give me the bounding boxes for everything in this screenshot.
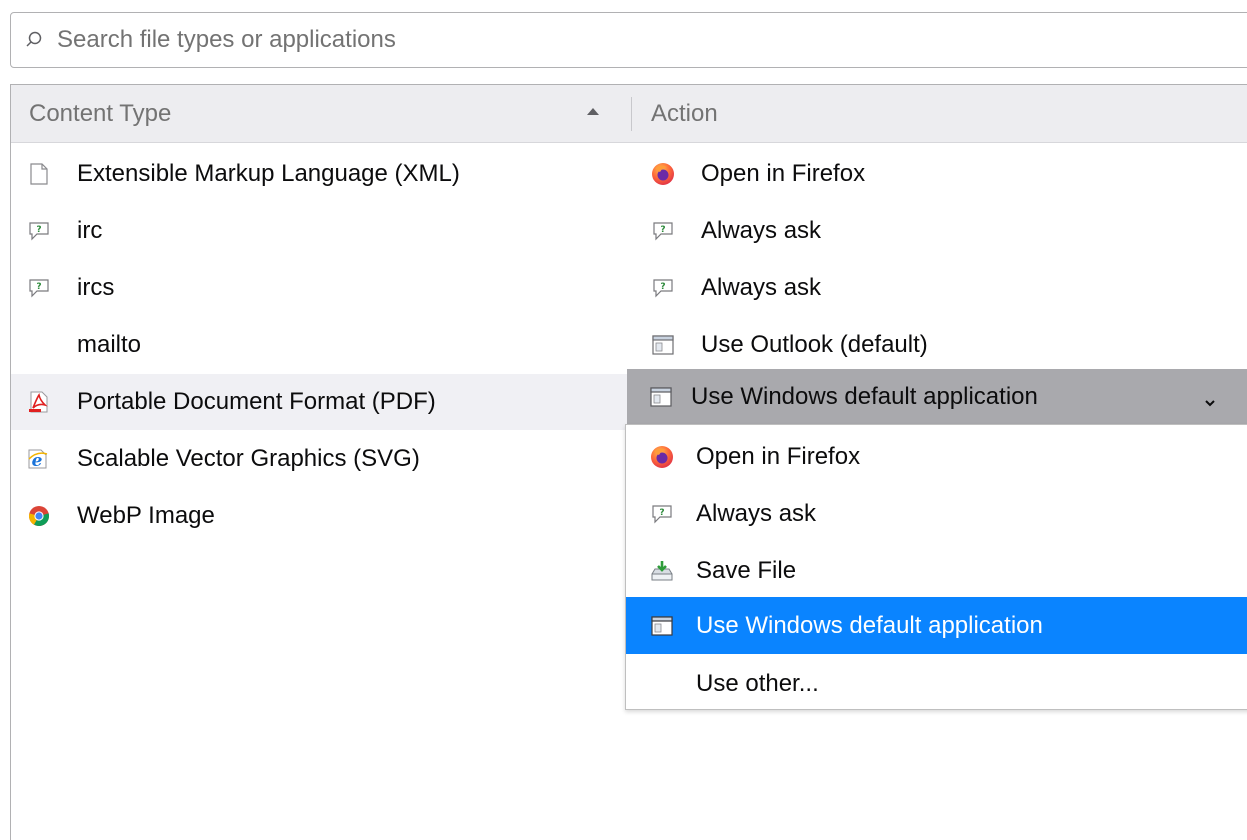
firefox-icon — [650, 445, 674, 469]
blank-icon — [27, 333, 51, 357]
column-header-action[interactable]: Action — [651, 85, 718, 143]
content-type-label: Scalable Vector Graphics (SVG) — [77, 445, 420, 472]
menu-item-use-windows-default[interactable]: Use Windows default application — [626, 597, 1247, 654]
column-divider[interactable] — [631, 97, 632, 131]
internet-explorer-icon: e — [27, 447, 51, 471]
svg-text:?: ? — [660, 225, 665, 235]
menu-item-always-ask[interactable]: ? Always ask — [626, 485, 1247, 542]
svg-text:?: ? — [36, 225, 41, 235]
menu-item-label: Always ask — [696, 499, 817, 527]
column-header-content-type-label: Content Type — [29, 100, 172, 127]
column-header-action-label: Action — [651, 100, 718, 127]
list-item[interactable]: Extensible Markup Language (XML) Open in… — [11, 146, 1247, 202]
action-label: Always ask — [701, 274, 822, 301]
svg-text:?: ? — [659, 508, 664, 518]
action-label: Always ask — [701, 217, 822, 244]
ask-icon: ? — [650, 502, 674, 526]
column-header-content-type[interactable]: Content Type — [29, 85, 609, 143]
content-type-label: ircs — [77, 274, 115, 301]
menu-item-label: Open in Firefox — [696, 442, 861, 470]
action-dropdown-menu: Open in Firefox ? Always ask Save File U… — [625, 424, 1247, 710]
chrome-icon — [27, 504, 51, 528]
menu-item-use-other[interactable]: Use other... — [626, 655, 1247, 712]
save-file-icon — [650, 559, 674, 583]
app-window-icon — [649, 385, 673, 409]
content-type-label: mailto — [77, 331, 142, 358]
ask-icon: ? — [651, 276, 675, 300]
svg-text:?: ? — [660, 282, 665, 292]
content-type-label: Portable Document Format (PDF) — [77, 388, 436, 415]
app-window-icon — [651, 333, 675, 357]
menu-item-label: Use other... — [696, 669, 819, 697]
menu-item-label: Use Windows default application — [696, 611, 1043, 639]
content-type-label: WebP Image — [77, 502, 215, 529]
pdf-icon — [27, 390, 51, 414]
menu-item-label: Save File — [696, 556, 797, 584]
app-window-icon — [650, 614, 674, 638]
list-item[interactable]: mailto Use Outlook (default) — [11, 317, 1247, 373]
svg-text:?: ? — [36, 282, 41, 292]
search-icon — [11, 12, 57, 68]
content-type-label: Extensible Markup Language (XML) — [77, 160, 460, 187]
action-select[interactable]: Use Windows default application — [627, 369, 1247, 425]
search-input[interactable] — [57, 20, 1157, 60]
ask-icon: ? — [27, 219, 51, 243]
menu-item-save-file[interactable]: Save File — [626, 542, 1247, 599]
content-type-label: irc — [77, 217, 103, 244]
ask-icon: ? — [27, 276, 51, 300]
file-icon — [27, 162, 51, 186]
firefox-icon — [651, 162, 675, 186]
search-box[interactable] — [10, 12, 1247, 68]
list-header: Content Type Action — [11, 85, 1247, 143]
sort-ascending-icon[interactable] — [587, 108, 599, 115]
chevron-down-icon[interactable] — [1203, 389, 1217, 417]
ask-icon: ? — [651, 219, 675, 243]
action-select-value: Use Windows default application — [691, 383, 1038, 410]
list-item[interactable]: ? ircs ? Always ask — [11, 260, 1247, 316]
action-label: Use Outlook (default) — [701, 331, 928, 358]
menu-item-open-in-firefox[interactable]: Open in Firefox — [626, 428, 1247, 485]
list-item[interactable]: ? irc ? Always ask — [11, 203, 1247, 259]
action-label: Open in Firefox — [701, 160, 866, 187]
